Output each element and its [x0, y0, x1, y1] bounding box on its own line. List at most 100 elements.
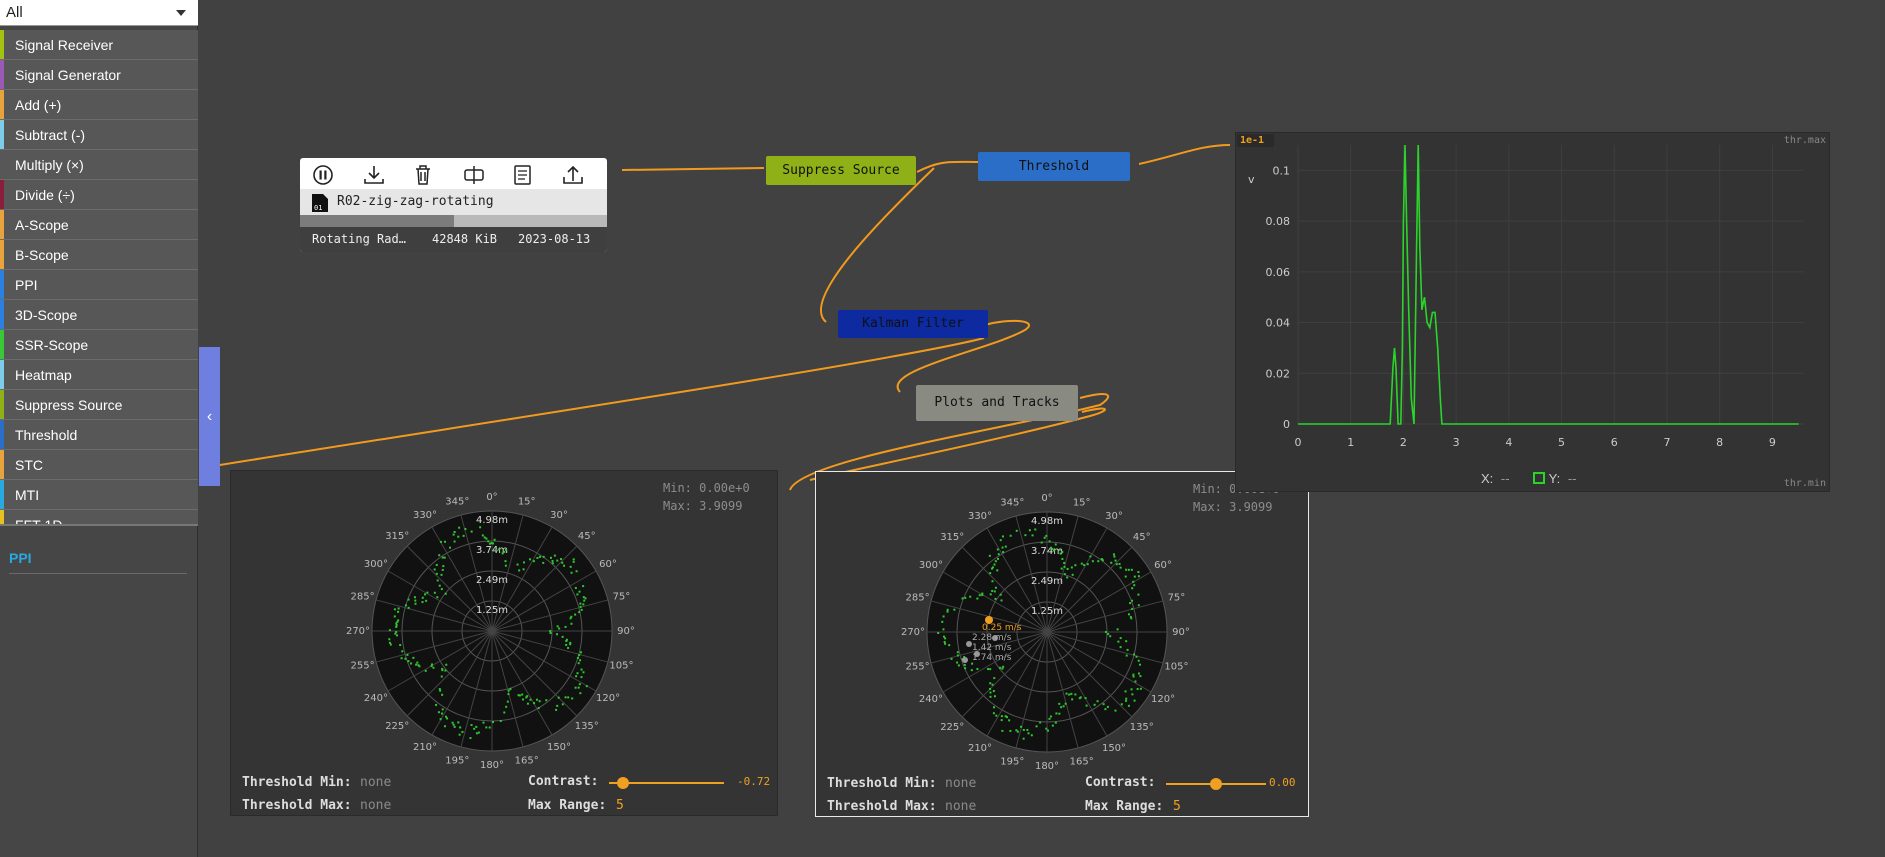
return-point — [578, 611, 581, 614]
sidebar-item-stc[interactable]: STC — [0, 450, 198, 480]
ppi1-max-range-value[interactable]: 5 — [616, 798, 624, 813]
return-point — [556, 625, 559, 628]
sidebar-item-heatmap[interactable]: Heatmap — [0, 360, 198, 390]
azimuth-label: 315° — [385, 531, 409, 542]
return-point — [1116, 628, 1119, 631]
return-point — [999, 539, 1002, 542]
ppi1-threshold-max-value[interactable]: none — [360, 798, 391, 813]
a-scope-chart[interactable]: 0 1 2 3 4 5 6 7 8 9 0 0.02 0.04 0.06 0.08 0.1 v — [1236, 133, 1826, 488]
return-point — [580, 668, 583, 671]
azimuth-label: 30° — [550, 510, 568, 521]
return-point — [1086, 563, 1089, 566]
sidebar-item-b-scope[interactable]: B-Scope — [0, 240, 198, 270]
return-point — [1137, 593, 1140, 596]
return-point — [946, 610, 949, 613]
sidebar-item-add[interactable]: Add (+) — [0, 90, 198, 120]
return-point — [1061, 557, 1064, 560]
return-point — [1030, 734, 1033, 737]
ppi-node-1[interactable]: 0° 15° 30° 45° 60° 75° 90° 105° 120° 135° 150° 165°… — [230, 470, 778, 816]
return-point — [953, 608, 956, 611]
ppi1-contrast-slider[interactable] — [609, 777, 724, 789]
category-filter-select[interactable]: All — [0, 0, 198, 26]
file-row[interactable]: 01 R02-zig-zag-rotating — [300, 189, 607, 215]
plots-and-tracks-node[interactable]: Plots and Tracks — [916, 385, 1078, 421]
ppi-node-2[interactable]: 0° 15° 30° 45° 60° 75° 90° 105° 120° 135° 150° 165°… — [815, 471, 1309, 817]
return-point — [1015, 529, 1018, 532]
return-point — [1048, 540, 1051, 543]
sidebar-item-ppi[interactable]: PPI — [0, 270, 198, 300]
return-point — [1000, 715, 1003, 718]
ppi2-threshold-max-value[interactable]: none — [945, 799, 976, 814]
y-readout-label: Y: — [1548, 471, 1561, 486]
ppi-display-2[interactable]: 0° 15° 30° 45° 60° 75° 90° 105° 120° 135° 150° 165°… — [897, 482, 1197, 782]
ppi2-threshold-min-value[interactable]: none — [945, 776, 976, 791]
return-point — [1132, 580, 1135, 583]
return-point — [488, 726, 491, 729]
sidebar-item-multiply[interactable]: Multiply (×) — [0, 150, 198, 180]
return-point — [441, 708, 444, 711]
category-color-stripe — [0, 330, 4, 359]
sidebar-item-ssr-scope[interactable]: SSR-Scope — [0, 330, 198, 360]
return-point — [1058, 712, 1061, 715]
return-point — [443, 556, 446, 559]
return-point — [1022, 728, 1025, 731]
azimuth-label: 150° — [1102, 743, 1126, 754]
category-color-stripe — [0, 390, 4, 419]
return-point — [576, 593, 579, 596]
ppi2-contrast-slider[interactable] — [1166, 778, 1266, 790]
upload-icon[interactable] — [558, 161, 588, 189]
return-point — [569, 565, 572, 568]
sidebar-item-divide[interactable]: Divide (÷) — [0, 180, 198, 210]
document-icon[interactable] — [507, 161, 537, 189]
ppi2-contrast-knob[interactable] — [1210, 778, 1222, 790]
return-point — [1085, 704, 1088, 707]
return-point — [421, 601, 424, 604]
plots-and-tracks-label: Plots and Tracks — [934, 395, 1060, 410]
node-type-list[interactable]: Signal Receiver Signal Generator Add (+) Su… — [0, 30, 198, 524]
return-point — [1133, 699, 1136, 702]
suppress-source-node[interactable]: Suppress Source — [766, 156, 916, 185]
return-point — [470, 530, 473, 533]
ppi1-contrast-knob[interactable] — [616, 777, 629, 789]
return-point — [565, 639, 568, 642]
track-marker[interactable] — [962, 657, 968, 663]
pause-icon[interactable] — [308, 161, 338, 189]
return-point — [1045, 534, 1048, 537]
sidebar-item-mti[interactable]: MTI — [0, 480, 198, 510]
return-point — [964, 667, 967, 670]
sidebar-item-signal-generator[interactable]: Signal Generator — [0, 60, 198, 90]
return-point — [582, 585, 585, 588]
playback-progress-bar[interactable] — [300, 215, 607, 227]
sidebar-item-label: B-Scope — [15, 247, 69, 263]
a-scope-node[interactable]: 1e-1 thr.max thr.min 0 1 2 3 4 5 6 7 8 9 0 0.02 0.04… — [1235, 132, 1830, 492]
y-readout-value: -- — [1567, 471, 1577, 486]
download-icon[interactable] — [359, 161, 389, 189]
return-point — [1048, 717, 1051, 720]
sidebar-item-threshold[interactable]: Threshold — [0, 420, 198, 450]
return-point — [1063, 573, 1066, 576]
return-point — [445, 715, 448, 718]
trash-icon[interactable] — [408, 161, 438, 189]
return-point — [942, 635, 945, 638]
ppi1-threshold-min-value[interactable]: none — [360, 775, 391, 790]
sidebar-item-fft-1d[interactable]: FFT-1D — [0, 510, 198, 524]
return-point — [388, 629, 391, 632]
threshold-node[interactable]: Threshold — [978, 152, 1130, 181]
sidebar-item-3d-scope[interactable]: 3D-Scope — [0, 300, 198, 330]
return-point — [394, 632, 397, 635]
sidebar-item-signal-receiver[interactable]: Signal Receiver — [0, 30, 198, 60]
return-point — [575, 570, 578, 573]
return-point — [1071, 573, 1074, 576]
ppi-display-1[interactable]: 0° 15° 30° 45° 60° 75° 90° 105° 120° 135° 150° 165°… — [342, 481, 642, 781]
sidebar-item-suppress-source[interactable]: Suppress Source — [0, 390, 198, 420]
return-point — [516, 563, 519, 566]
return-point — [1138, 663, 1141, 666]
file-player-node[interactable]: 01 R02-zig-zag-rotating Rotating Rad… 42… — [300, 158, 607, 252]
split-icon[interactable] — [459, 161, 489, 189]
sidebar-item-subtract[interactable]: Subtract (-) — [0, 120, 198, 150]
return-point — [437, 711, 440, 714]
sidebar-item-a-scope[interactable]: A-Scope — [0, 210, 198, 240]
sidebar-collapse-button[interactable]: ‹ — [199, 347, 220, 486]
ppi2-max-range-value[interactable]: 5 — [1173, 799, 1181, 814]
kalman-filter-node[interactable]: Kalman Filter — [838, 310, 988, 338]
